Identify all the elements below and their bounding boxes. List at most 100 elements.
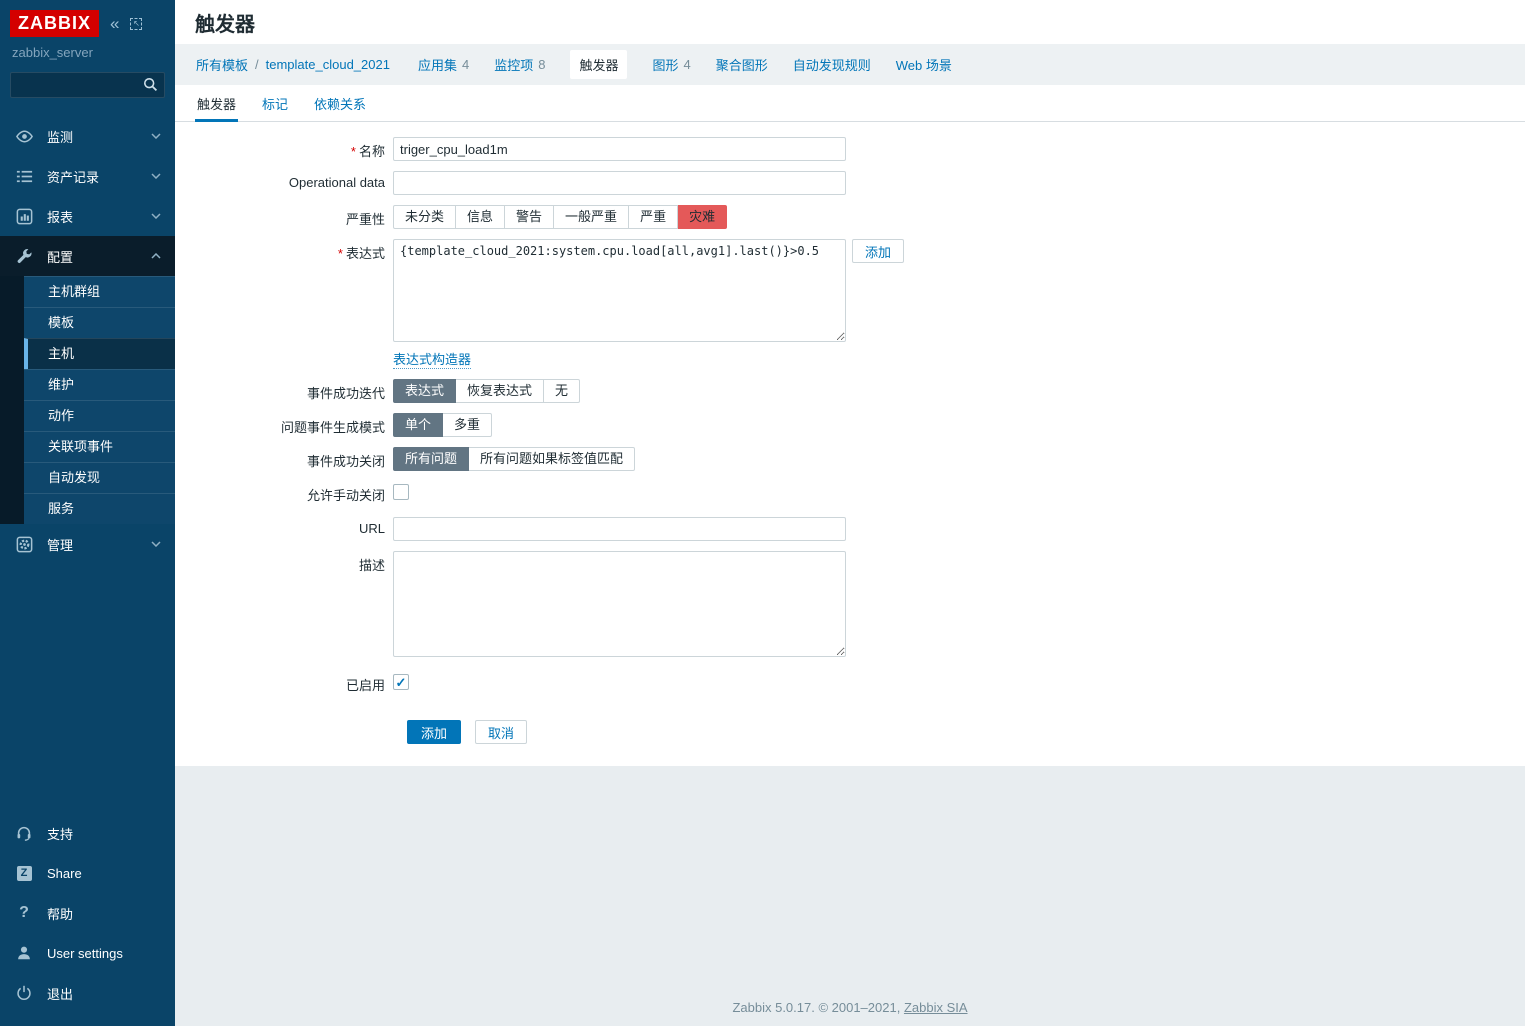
severity-average[interactable]: 一般严重	[554, 205, 629, 229]
sidebar-item-support[interactable]: 支持	[0, 813, 175, 853]
ok-event-generation-label: 事件成功迭代	[175, 379, 393, 402]
tab-dependencies[interactable]: 依赖关系	[312, 85, 368, 122]
sidebar-item-configuration[interactable]: 配置	[0, 236, 175, 276]
wrench-icon	[14, 246, 34, 266]
question-icon: ?	[14, 903, 34, 923]
enabled-label: 已启用	[175, 671, 393, 694]
sidebar-item-inventory[interactable]: 资产记录	[0, 156, 175, 196]
severity-group: 未分类 信息 警告 一般严重 严重 灾难	[393, 205, 727, 229]
search-input[interactable]	[11, 78, 164, 93]
name-label: *名称	[175, 137, 393, 160]
severity-label: 严重性	[175, 205, 393, 228]
chevron-down-icon	[151, 133, 161, 139]
nav-item-web-scenarios[interactable]: Web 场景	[896, 55, 952, 74]
page-header: 触发器	[175, 0, 1525, 44]
description-field[interactable]	[393, 551, 846, 657]
sidebar-item-administration[interactable]: 管理	[0, 524, 175, 564]
zabbix-share-icon: Z	[14, 863, 34, 883]
chevron-down-icon	[151, 213, 161, 219]
breadcrumb-template-name[interactable]: template_cloud_2021	[266, 57, 390, 72]
sidebar-menu: 监测 资产记录 报表	[0, 116, 175, 564]
nav-item-triggers-current: 触发器	[570, 50, 627, 79]
sidebar-item-discovery[interactable]: 自动发现	[24, 462, 175, 493]
sidebar-item-label: 管理	[47, 535, 73, 554]
breadcrumb-all-templates[interactable]: 所有模板	[196, 55, 248, 74]
ok-close-if-tag-matches[interactable]: 所有问题如果标签值匹配	[469, 447, 635, 471]
sidebar-item-label: 监测	[47, 127, 73, 146]
sidebar-footer-menu: 支持 Z Share ? 帮助 User settings 退出	[0, 813, 175, 1026]
trigger-form: *名称 Operational data 严重性 未分类 信息 警告 一般严重 …	[175, 122, 1525, 744]
cancel-button[interactable]: 取消	[475, 720, 527, 744]
manual-close-label: 允许手动关闭	[175, 481, 393, 504]
operational-data-field[interactable]	[393, 171, 846, 195]
sidebar-item-label: Share	[47, 866, 82, 881]
nav-item-discovery-rules[interactable]: 自动发现规则	[793, 55, 871, 74]
expression-label: *表达式	[175, 239, 393, 262]
search-icon[interactable]	[143, 77, 158, 92]
sidebar-item-share[interactable]: Z Share	[0, 853, 175, 893]
description-label: 描述	[175, 551, 393, 574]
severity-information[interactable]: 信息	[456, 205, 505, 229]
gear-icon	[14, 534, 34, 554]
nav-item-screens[interactable]: 聚合图形	[716, 55, 768, 74]
footer-zabbix-sia-link[interactable]: Zabbix SIA	[904, 1000, 968, 1015]
ok-event-closes-group: 所有问题 所有问题如果标签值匹配	[393, 447, 635, 471]
sidebar-item-event-correlation[interactable]: 关联项事件	[24, 431, 175, 462]
ok-event-generation-group: 表达式 恢复表达式 无	[393, 379, 580, 403]
zabbix-logo[interactable]: ZABBIX	[10, 10, 99, 37]
ok-event-none[interactable]: 无	[544, 379, 580, 403]
name-field[interactable]	[393, 137, 846, 161]
sidebar-search[interactable]	[10, 72, 165, 98]
sidebar-item-maintenance[interactable]: 维护	[24, 369, 175, 400]
nav-item-items[interactable]: 监控项 8	[494, 55, 545, 74]
severity-disaster[interactable]: 灾难	[678, 205, 727, 229]
problem-mode-single[interactable]: 单个	[393, 413, 443, 437]
sidebar-item-label: User settings	[47, 946, 123, 961]
collapse-sidebar-icon[interactable]: «	[110, 15, 119, 32]
nav-count: 8	[538, 57, 545, 72]
severity-high[interactable]: 严重	[629, 205, 678, 229]
sidebar-item-label: 支持	[47, 824, 73, 843]
sidebar-item-actions[interactable]: 动作	[24, 400, 175, 431]
ok-event-expression[interactable]: 表达式	[393, 379, 456, 403]
sidebar-item-hosts[interactable]: 主机	[24, 338, 175, 369]
add-button[interactable]: 添加	[407, 720, 461, 744]
sidebar-item-monitoring[interactable]: 监测	[0, 116, 175, 156]
hide-sidebar-icon[interactable]: ↖	[130, 18, 142, 30]
server-name: zabbix_server	[0, 41, 175, 72]
configuration-submenu: 主机群组 模板 主机 维护 动作 关联项事件 自动发现 服务	[0, 276, 175, 524]
sidebar-item-label: 报表	[47, 207, 73, 226]
sidebar-item-reports[interactable]: 报表	[0, 196, 175, 236]
severity-not-classified[interactable]: 未分类	[393, 205, 456, 229]
sidebar-item-user-settings[interactable]: User settings	[0, 933, 175, 973]
nav-item-graphs[interactable]: 图形 4	[652, 55, 690, 74]
sidebar-item-services[interactable]: 服务	[24, 493, 175, 524]
tab-trigger[interactable]: 触发器	[195, 85, 238, 122]
sidebar-item-label: 退出	[47, 984, 73, 1003]
url-field[interactable]	[393, 517, 846, 541]
chevron-down-icon	[151, 541, 161, 547]
sidebar-item-label: 资产记录	[47, 167, 99, 186]
breadcrumb-separator: /	[255, 57, 259, 72]
sidebar: ZABBIX « ↖ zabbix_server 监测 资产记录	[0, 0, 175, 1026]
ok-event-recovery-expression[interactable]: 恢复表达式	[456, 379, 544, 403]
sidebar-item-templates[interactable]: 模板	[24, 307, 175, 338]
enabled-checkbox[interactable]	[393, 674, 409, 690]
severity-warning[interactable]: 警告	[505, 205, 554, 229]
headset-icon	[14, 823, 34, 843]
expression-add-button[interactable]: 添加	[852, 239, 904, 263]
footer-version-text: Zabbix 5.0.17. © 2001–2021,	[732, 1000, 903, 1015]
problem-mode-multiple[interactable]: 多重	[443, 413, 492, 437]
expression-field[interactable]: {template_cloud_2021:system.cpu.load[all…	[393, 239, 846, 342]
sidebar-item-help[interactable]: ? 帮助	[0, 893, 175, 933]
nav-count: 4	[462, 57, 469, 72]
expression-constructor-link[interactable]: 表达式构造器	[393, 349, 471, 369]
ok-close-all-problems[interactable]: 所有问题	[393, 447, 469, 471]
nav-item-applications[interactable]: 应用集 4	[418, 55, 469, 74]
sidebar-item-host-groups[interactable]: 主机群组	[24, 276, 175, 307]
manual-close-checkbox[interactable]	[393, 484, 409, 500]
power-icon	[14, 983, 34, 1003]
required-mark: *	[338, 246, 343, 261]
tab-tags[interactable]: 标记	[260, 85, 290, 122]
sidebar-item-logout[interactable]: 退出	[0, 973, 175, 1013]
